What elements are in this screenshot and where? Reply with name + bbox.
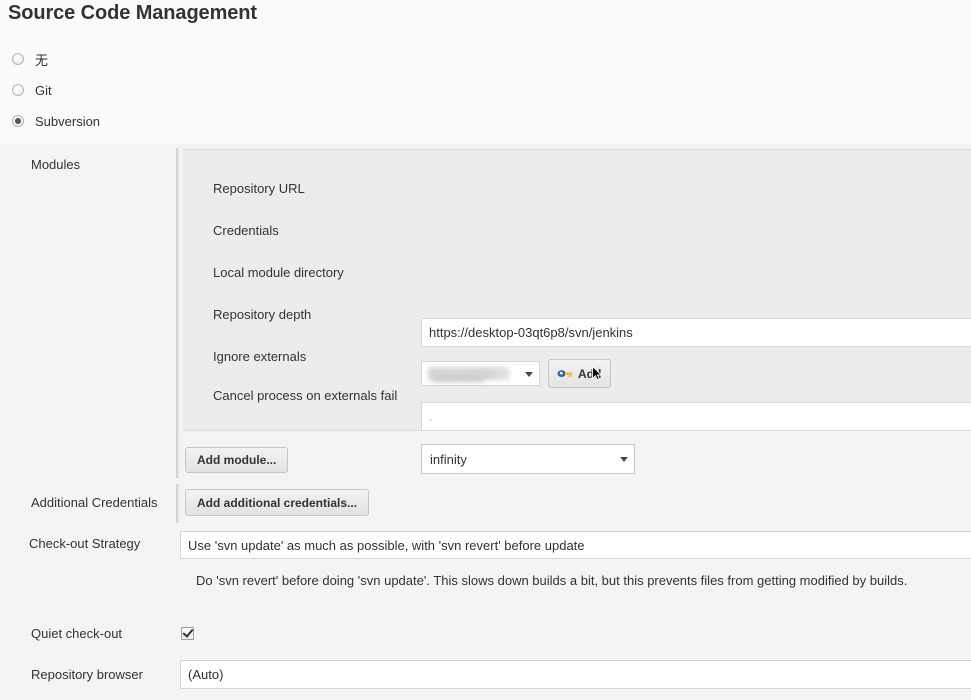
page-title: Source Code Management <box>8 2 257 24</box>
repository-url-label: Repository URL <box>213 181 305 196</box>
local-module-directory-input[interactable] <box>421 402 971 431</box>
repository-browser-select[interactable]: (Auto) <box>180 660 971 689</box>
checkout-strategy-label: Check-out Strategy <box>29 536 141 551</box>
add-module-button[interactable]: Add module... <box>185 447 289 473</box>
repository-url-input[interactable] <box>421 318 971 347</box>
scm-option-none[interactable]: 无 <box>12 48 48 70</box>
radio-icon-git[interactable] <box>12 84 24 96</box>
credentials-redacted-value-2 <box>432 373 484 382</box>
modules-divider <box>176 148 179 478</box>
scm-option-none-label: 无 <box>35 52 49 68</box>
modules-row: Modules Repository URL Credentials Local… <box>0 144 971 545</box>
module-panel: Repository URL Credentials Local module … <box>183 149 971 431</box>
add-credentials-button[interactable]: Add <box>548 359 612 388</box>
repository-browser-value: (Auto) <box>188 667 224 682</box>
key-icon <box>557 367 573 381</box>
add-additional-credentials-button-label: Add additional credentials... <box>197 495 358 510</box>
additional-credentials-divider <box>176 484 179 523</box>
ignore-externals-label: Ignore externals <box>213 349 307 364</box>
checkout-strategy-help-text: Do 'svn revert' before doing 'svn update… <box>196 573 908 588</box>
checkout-strategy-select[interactable]: Use 'svn update' as much as possible, wi… <box>180 531 971 559</box>
add-module-button-label: Add module... <box>197 453 277 467</box>
radio-icon-subversion[interactable] <box>12 115 24 127</box>
repository-depth-value: infinity <box>430 451 467 467</box>
credentials-label: Credentials <box>213 223 279 238</box>
chevron-down-icon <box>525 371 533 377</box>
quiet-checkout-label: Quiet check-out <box>31 626 123 641</box>
cancel-process-on-externals-fail-label: Cancel process on externals fail <box>213 388 398 403</box>
add-additional-credentials-button[interactable]: Add additional credentials... <box>185 489 370 516</box>
scm-option-git[interactable]: Git <box>12 79 52 101</box>
quiet-checkout-row: Quiet check-out <box>0 613 971 656</box>
local-module-directory-label: Local module directory <box>213 265 344 280</box>
scm-option-git-label: Git <box>35 82 52 98</box>
chevron-down-icon-depth <box>620 457 628 462</box>
checkout-strategy-row: Check-out Strategy Use 'svn update' as m… <box>0 523 971 613</box>
modules-row-label: Modules <box>31 157 81 172</box>
scm-option-subversion-label: Subversion <box>35 113 101 129</box>
add-credentials-button-label: Add <box>578 366 602 381</box>
repository-browser-row: Repository browser (Auto) <box>0 656 971 700</box>
credentials-select[interactable] <box>421 361 540 386</box>
repository-depth-select[interactable]: infinity <box>421 444 635 474</box>
checkout-strategy-value: Use 'svn update' as much as possible, wi… <box>188 537 585 553</box>
repository-browser-label: Repository browser <box>31 667 143 682</box>
scm-config-page: Source Code Management 无 Git Subversion … <box>0 0 971 700</box>
additional-credentials-row: Additional Credentials Add additional cr… <box>0 484 971 523</box>
scm-radio-group: 无 Git Subversion <box>0 38 971 134</box>
scm-option-subversion[interactable]: Subversion <box>12 110 100 132</box>
repository-depth-label: Repository depth <box>213 307 312 322</box>
quiet-checkout-checkbox[interactable] <box>181 627 194 640</box>
radio-icon-none[interactable] <box>12 53 24 65</box>
additional-credentials-label: Additional Credentials <box>31 495 158 510</box>
